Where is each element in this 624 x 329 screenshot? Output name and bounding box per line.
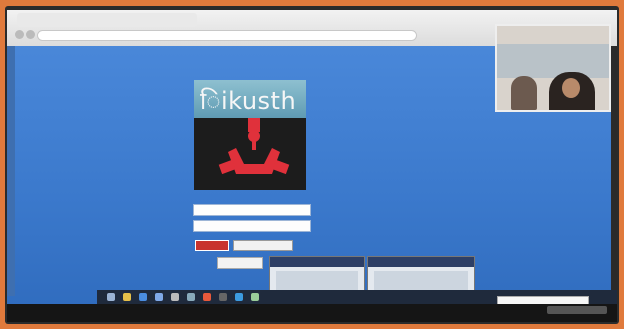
webcam-background: [497, 44, 609, 78]
browser-icon[interactable]: [139, 293, 147, 301]
logo-glyph: ि: [200, 87, 221, 115]
submit-button[interactable]: [217, 257, 263, 269]
popup-title-bar: [270, 257, 364, 267]
video-icon[interactable]: [235, 293, 243, 301]
reload-icon[interactable]: [26, 30, 35, 39]
monitor-screen: िikusth: [7, 10, 617, 322]
app-logo: िikusth: [194, 80, 306, 190]
logo-text: िikusth: [200, 84, 296, 117]
logo-banner: िikusth: [194, 80, 306, 118]
chrome-icon[interactable]: [203, 293, 211, 301]
mail-icon[interactable]: [155, 293, 163, 301]
webcam-preview: [495, 24, 611, 112]
monitor-brand-label: [547, 306, 607, 314]
username-field[interactable]: [193, 204, 311, 216]
store-icon[interactable]: [171, 293, 179, 301]
webcam-face: [562, 78, 580, 98]
role-select[interactable]: [233, 240, 293, 251]
webcam-person: [511, 76, 537, 110]
back-icon[interactable]: [15, 30, 24, 39]
browser-tab[interactable]: [17, 13, 197, 27]
search-icon[interactable]: [107, 293, 115, 301]
password-field[interactable]: [193, 220, 311, 232]
screen-right-edge: [611, 46, 617, 306]
login-button[interactable]: [195, 240, 229, 251]
app-icon[interactable]: [187, 293, 195, 301]
logo-word: ikusth: [220, 87, 297, 115]
settings-icon[interactable]: [251, 293, 259, 301]
monitor-bezel: िikusth: [5, 6, 619, 324]
address-bar[interactable]: [37, 30, 417, 41]
terminal-icon[interactable]: [219, 293, 227, 301]
screen-left-edge: [7, 46, 15, 296]
popup-title-bar: [368, 257, 474, 267]
file-explorer-icon[interactable]: [123, 293, 131, 301]
red-clamp-icon: [218, 118, 290, 175]
monitor-bottom-bezel: [7, 304, 617, 322]
